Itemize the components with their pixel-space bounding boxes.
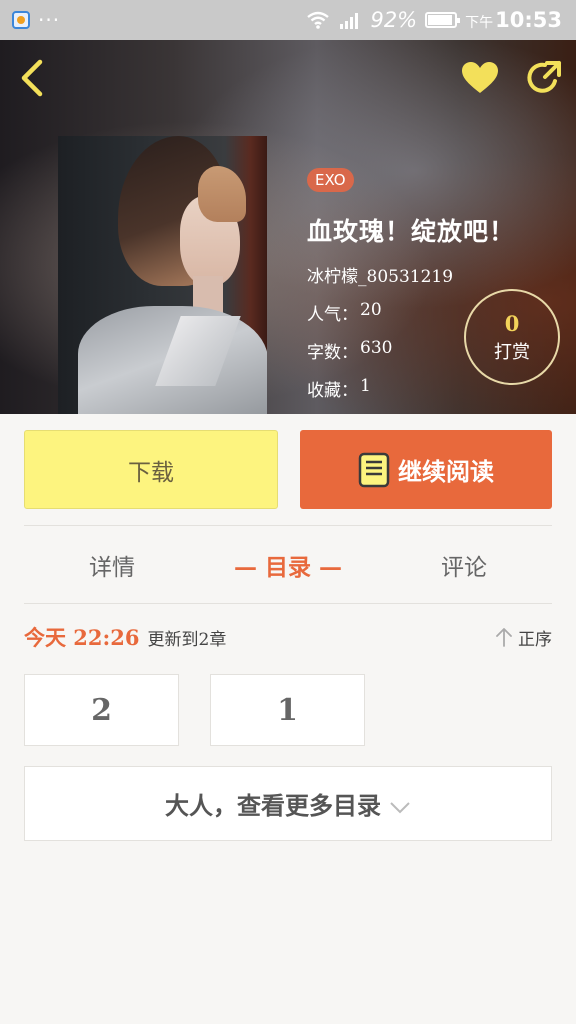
tab-comments[interactable]: 评论 (376, 548, 552, 582)
sort-label: 正序 (518, 629, 552, 650)
more-contents-button[interactable]: 大人，查看更多目录 (24, 766, 552, 841)
clock: 下午 10:53 (465, 8, 562, 32)
battery-icon (425, 12, 461, 28)
stat-value: 1 (360, 376, 371, 396)
chapter-item[interactable]: 2 (24, 674, 179, 746)
signal-icon (340, 13, 359, 29)
update-text: 更新到2章 (147, 629, 227, 650)
tab-bar: 详情 — 目录 — 评论 (24, 527, 552, 603)
favorite-button[interactable] (458, 58, 502, 98)
download-label: 下载 (128, 459, 174, 486)
app-notification-icon (12, 11, 30, 29)
share-icon (527, 61, 561, 93)
more-contents-label: 大人，查看更多目录 (165, 791, 381, 820)
stat-label: 收藏： (307, 381, 358, 401)
status-bar: ··· 92% 下午 10:53 (0, 0, 576, 40)
share-button[interactable] (522, 56, 566, 100)
update-info: 今天 22:26 更新到2章 正序 (24, 620, 552, 654)
stat-value: 630 (360, 338, 393, 358)
stat-label: 字数： (307, 343, 358, 363)
back-button[interactable] (10, 56, 54, 100)
continue-reading-button[interactable]: 继续阅读 (300, 430, 552, 509)
category-tag[interactable]: EXO (307, 168, 354, 192)
cover-fringe (198, 166, 246, 222)
chapter-item[interactable]: 1 (210, 674, 365, 746)
chapter-number: 1 (277, 692, 298, 728)
tip-button[interactable]: 0 打赏 (464, 289, 560, 385)
more-notifications-dots: ··· (38, 8, 61, 32)
tip-count: 0 (504, 310, 520, 336)
chapter-number: 2 (91, 692, 112, 728)
sort-order-button[interactable]: 正序 (494, 625, 552, 650)
status-left: ··· (12, 10, 60, 30)
divider (24, 603, 552, 604)
clock-ampm: 下午 (465, 15, 494, 31)
wifi-icon (307, 11, 330, 29)
up-arrow-icon (496, 628, 512, 647)
stat-label: 人气： (307, 305, 358, 325)
status-right: 92% 下午 10:53 (306, 8, 562, 32)
heart-icon (462, 62, 498, 93)
author-name[interactable]: 冰柠檬_80531219 (307, 262, 463, 287)
book-title: 血玫瑰！绽放吧！ (307, 217, 516, 246)
chevron-down-icon (390, 801, 410, 813)
stat-value: 20 (360, 300, 382, 320)
update-time: 今天 22:26 (24, 625, 140, 650)
continue-reading-label: 继续阅读 (398, 457, 494, 486)
stat-favorites: 收藏： 1 (307, 376, 507, 401)
divider (24, 525, 552, 526)
book-cover-image (58, 136, 267, 414)
book-header: EXO 血玫瑰！绽放吧！ 冰柠檬_80531219 人气： 20 字数： 630… (0, 40, 576, 414)
tab-details[interactable]: 详情 (24, 548, 200, 582)
tab-contents[interactable]: — 目录 — (200, 548, 376, 582)
download-button[interactable]: 下载 (24, 430, 278, 509)
battery-percentage: 92% (370, 8, 418, 32)
clock-time: 10:53 (495, 8, 562, 32)
book-icon (358, 452, 390, 487)
back-arrow-icon (21, 59, 43, 97)
tip-label: 打赏 (494, 341, 530, 363)
